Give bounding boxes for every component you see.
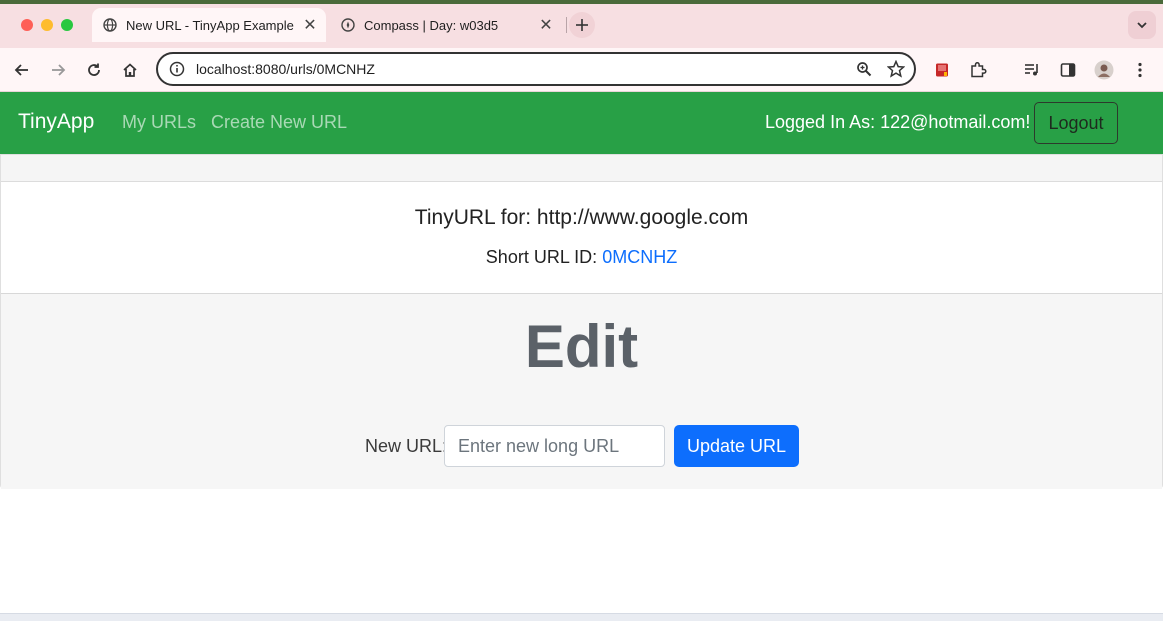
zoom-icon[interactable] <box>850 55 878 83</box>
edit-url-form: New URL: Update URL <box>1 425 1162 467</box>
tab-title: Compass | Day: w03d5 <box>364 17 499 33</box>
address-bar[interactable]: localhost:8080/urls/0MCNHZ <box>156 52 916 86</box>
close-window-button[interactable] <box>21 19 33 31</box>
reload-icon <box>88 63 100 76</box>
media-controls-button[interactable] <box>1018 56 1046 84</box>
puzzle-icon <box>971 61 987 78</box>
arrow-left-icon <box>14 64 28 76</box>
window-bottom-edge <box>0 613 1163 621</box>
nav-my-urls[interactable]: My URLs <box>122 112 196 133</box>
home-icon <box>123 63 137 77</box>
card-body: TinyURL for: http://www.google.com Short… <box>1 182 1162 293</box>
globe-icon <box>102 17 118 33</box>
profile-avatar-button[interactable] <box>1090 56 1118 84</box>
compass-icon <box>340 17 356 33</box>
new-url-input[interactable] <box>444 425 665 467</box>
arrow-right-icon <box>52 64 66 76</box>
tab-search-button[interactable] <box>1128 11 1156 39</box>
tab-title: New URL - TinyApp Example <box>126 17 294 33</box>
book-icon <box>936 63 948 77</box>
logout-button[interactable]: Logout <box>1034 102 1118 144</box>
short-url-id-label: Short URL ID: <box>485 247 598 267</box>
logged-in-status: Logged In As: 122@hotmail.com! <box>765 112 1031 132</box>
avatar <box>1094 60 1114 80</box>
tab-compass[interactable]: Compass | Day: w03d5 ✕ <box>330 8 562 42</box>
side-panel-icon <box>1060 63 1076 77</box>
edit-heading: Edit <box>524 313 639 380</box>
brand-link[interactable]: TinyApp <box>18 110 94 134</box>
new-url-label: New URL: <box>365 436 448 456</box>
short-url-link[interactable]: 0MCNHZ <box>602 247 677 267</box>
minimize-window-button[interactable] <box>41 19 53 31</box>
browser-menu-button[interactable] <box>1126 56 1154 84</box>
browser-toolbar: localhost:8080/urls/0MCNHZ <box>0 48 1163 92</box>
url-card: TinyURL for: http://www.google.com Short… <box>0 154 1163 489</box>
window-top-edge <box>0 0 1163 4</box>
site-info-icon[interactable] <box>168 60 186 78</box>
card-header <box>1 155 1162 182</box>
app-navbar: TinyApp My URLs Create New URL Logged In… <box>0 92 1163 154</box>
address-text: localhost:8080/urls/0MCNHZ <box>196 61 375 77</box>
update-url-button[interactable]: Update URL <box>674 425 799 467</box>
extensions-button[interactable] <box>964 56 992 84</box>
back-button[interactable] <box>8 56 36 84</box>
plus-icon <box>576 19 588 31</box>
reload-button[interactable] <box>80 56 108 84</box>
chevron-down-icon <box>1137 22 1147 29</box>
side-panel-button[interactable] <box>1054 56 1082 84</box>
tab-separator <box>566 17 567 33</box>
new-tab-button[interactable] <box>569 12 595 38</box>
maximize-window-button[interactable] <box>61 19 73 31</box>
card-footer: Edit New URL: Update URL <box>1 293 1162 489</box>
more-vertical-icon <box>1138 62 1142 78</box>
close-tab-icon[interactable]: ✕ <box>536 15 556 35</box>
close-tab-icon[interactable]: ✕ <box>300 15 320 35</box>
card-title: TinyURL for: http://www.google.com <box>414 206 749 229</box>
short-url-id: Short URL ID: 0MCNHZ <box>1 247 1162 268</box>
music-queue-icon <box>1025 64 1038 76</box>
nav-create-new-url[interactable]: Create New URL <box>211 112 347 133</box>
forward-button[interactable] <box>44 56 72 84</box>
tab-new-url[interactable]: New URL - TinyApp Example ✕ <box>92 8 326 42</box>
bookmark-star-icon[interactable] <box>882 55 910 83</box>
extension-book-button[interactable] <box>928 56 956 84</box>
browser-tab-strip: New URL - TinyApp Example ✕ Compass | Da… <box>0 0 1163 48</box>
home-button[interactable] <box>116 56 144 84</box>
